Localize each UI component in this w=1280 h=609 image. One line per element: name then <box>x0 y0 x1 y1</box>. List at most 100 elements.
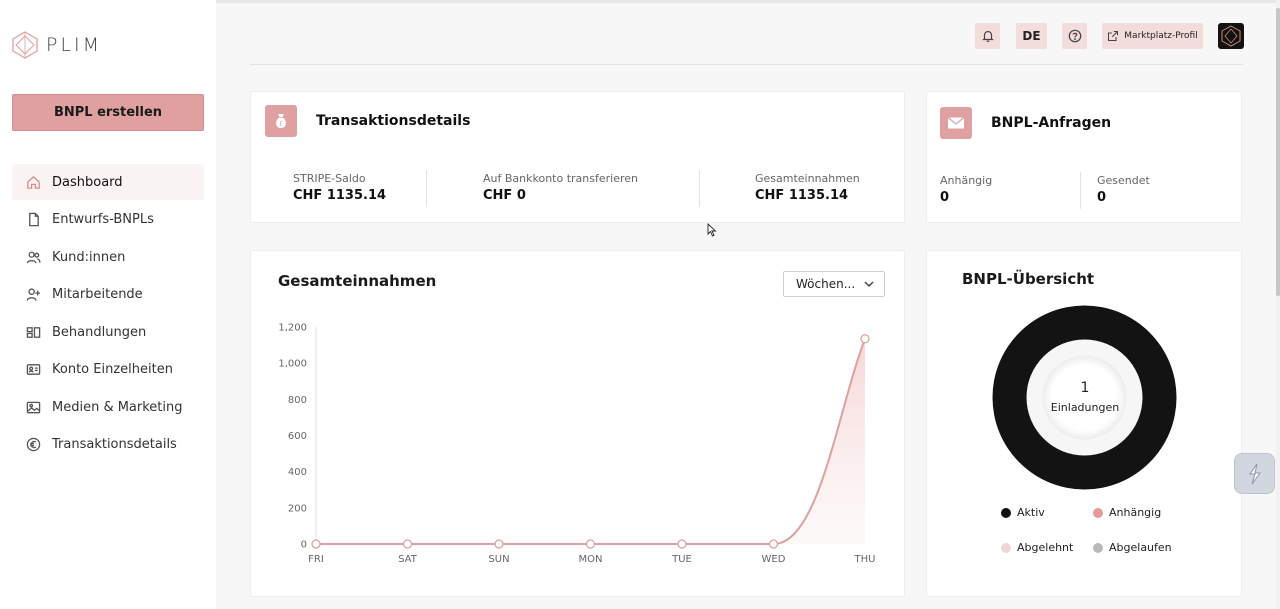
legend-dot <box>1001 507 1011 518</box>
create-bnpl-button[interactable]: BNPL erstellen <box>12 94 204 131</box>
x-tick-label: FRI <box>308 554 324 565</box>
bank-transfer-stat: Auf Bankkonto transferieren CHF 0 <box>483 172 638 203</box>
stat-label: Gesendet <box>1097 174 1150 187</box>
mail-icon <box>940 107 972 139</box>
x-tick-label: WED <box>762 554 786 565</box>
sidebar-item-draft-bnpls[interactable]: Entwurfs-BNPLs <box>12 202 204 238</box>
home-icon <box>25 174 41 190</box>
user-plus-icon <box>25 287 41 303</box>
legend-abgelehnt[interactable]: Abgelehnt <box>1001 541 1073 554</box>
image-icon <box>25 399 41 415</box>
notifications-button[interactable] <box>975 23 1000 49</box>
svg-text:£: £ <box>279 121 283 128</box>
stat-divider <box>1080 172 1081 209</box>
bnpl-requests-card: BNPL-Anfragen Anhängig 0 Gesendet 0 <box>926 91 1242 223</box>
sidebar-nav: Dashboard Entwurfs-BNPLs Kund:innen Mita… <box>12 164 204 464</box>
brand-name: PLIM <box>46 34 103 56</box>
legend-anhaengig[interactable]: Anhängig <box>1093 506 1161 519</box>
transactions-title: Transaktionsdetails <box>316 113 471 129</box>
data-point[interactable] <box>585 539 596 549</box>
data-point[interactable] <box>311 539 321 549</box>
help-button[interactable] <box>1062 23 1087 49</box>
lightning-icon <box>1248 463 1261 484</box>
legend-label: Aktiv <box>1017 506 1045 519</box>
sidebar-item-customers[interactable]: Kund:innen <box>12 239 204 275</box>
users-icon <box>25 249 41 265</box>
sidebar-item-account-details[interactable]: Konto Einzelheiten <box>12 352 204 388</box>
marketplace-profile-button[interactable]: Marktplatz-Profil <box>1102 23 1203 49</box>
sidebar: PLIM BNPL erstellen Dashboard Entwurfs-B… <box>0 0 216 609</box>
sidebar-item-label: Dashboard <box>52 174 123 190</box>
sidebar-item-transactions[interactable]: Transaktionsdetails <box>12 427 204 463</box>
data-point[interactable] <box>402 539 413 549</box>
transactions-card: £ Transaktionsdetails STRIPE-Saldo CHF 1… <box>250 91 905 223</box>
revenue-area <box>316 338 865 544</box>
legend-dot <box>1001 542 1011 553</box>
stat-value: 0 <box>1097 190 1107 205</box>
avatar-logo-icon <box>1221 25 1241 47</box>
total-revenue-stat: Gesamteinnahmen CHF 1135.14 <box>755 172 860 203</box>
data-point[interactable] <box>677 539 687 549</box>
legend-dot <box>1093 507 1103 518</box>
sidebar-item-label: Behandlungen <box>52 324 147 340</box>
y-tick-label: 600 <box>288 431 307 442</box>
revenue-chart: 0 200 400 600 800 1,000 1,200 FRI SAT SUN MON TUE W… <box>278 323 876 566</box>
sent-stat: Gesendet 0 <box>1097 174 1150 205</box>
x-tick-label: THU <box>854 554 876 565</box>
donut-center <box>1042 355 1127 440</box>
y-tick-label: 400 <box>288 467 307 478</box>
legend-aktiv[interactable]: Aktiv <box>1001 506 1045 519</box>
y-tick-label: 1,000 <box>278 359 307 370</box>
y-tick-label: 0 <box>301 540 307 551</box>
bnpl-overview-card: BNPL-Übersicht 1 Einladungen Aktiv Anhän… <box>926 250 1242 597</box>
data-point[interactable] <box>860 334 870 344</box>
floating-widget-button[interactable] <box>1234 453 1275 494</box>
plim-logo[interactable]: PLIM <box>12 31 102 59</box>
sidebar-item-label: Transaktionsdetails <box>52 437 177 452</box>
language-button[interactable]: DE <box>1016 23 1047 49</box>
stat-label: STRIPE-Saldo <box>293 172 366 185</box>
sidebar-item-dashboard[interactable]: Dashboard <box>12 164 204 200</box>
help-icon <box>1068 29 1081 43</box>
x-tick-label: TUE <box>671 554 692 565</box>
sidebar-item-employees[interactable]: Mitarbeitende <box>12 277 204 313</box>
legend-label: Anhängig <box>1109 506 1162 519</box>
sidebar-item-label: Konto Einzelheiten <box>52 362 173 377</box>
sidebar-item-treatments[interactable]: Behandlungen <box>12 314 204 350</box>
stat-label: Gesamteinnahmen <box>755 172 860 185</box>
legend-label: Abgelaufen <box>1109 541 1172 554</box>
bell-icon <box>981 31 994 42</box>
stat-value: 0 <box>940 190 950 205</box>
data-point[interactable] <box>494 539 504 549</box>
revenue-chart-card: Gesamteinnahmen Wöchen... 0 200 400 600 800 1… <box>250 250 905 597</box>
money-bag-icon: £ <box>265 105 297 137</box>
stat-value: CHF 1135.14 <box>293 188 387 203</box>
external-link-icon <box>1108 30 1119 42</box>
plim-logo-icon <box>12 31 38 59</box>
sidebar-item-media-marketing[interactable]: Medien & Marketing <box>12 389 204 425</box>
document-icon <box>25 212 41 228</box>
x-tick-label: SAT <box>398 554 418 565</box>
stat-divider <box>426 170 427 207</box>
invitations-count: 1 <box>1080 380 1090 396</box>
y-tick-label: 800 <box>288 395 307 406</box>
y-tick-label: 1,200 <box>278 323 307 334</box>
data-point[interactable] <box>768 539 779 549</box>
stripe-balance-stat: STRIPE-Saldo CHF 1135.14 <box>293 172 386 203</box>
treatments-icon <box>25 324 41 340</box>
page-scrollbar-thumb[interactable] <box>1276 8 1280 296</box>
legend-label: Abgelehnt <box>1017 541 1074 554</box>
sidebar-item-label: Kund:innen <box>52 249 126 265</box>
legend-dot <box>1093 542 1103 553</box>
x-tick-label: MON <box>579 554 603 565</box>
avatar[interactable] <box>1218 23 1244 49</box>
stat-value: CHF 0 <box>483 188 526 203</box>
pending-stat: Anhängig 0 <box>940 174 992 205</box>
stat-label: Anhängig <box>940 174 993 187</box>
revenue-line <box>315 338 866 545</box>
bnpl-requests-title: BNPL-Anfragen <box>991 115 1112 131</box>
legend-abgelaufen[interactable]: Abgelaufen <box>1093 541 1172 554</box>
marketplace-profile-label: Marktplatz-Profil <box>1124 31 1198 41</box>
y-tick-label: 200 <box>288 503 307 514</box>
euro-icon <box>25 437 41 453</box>
